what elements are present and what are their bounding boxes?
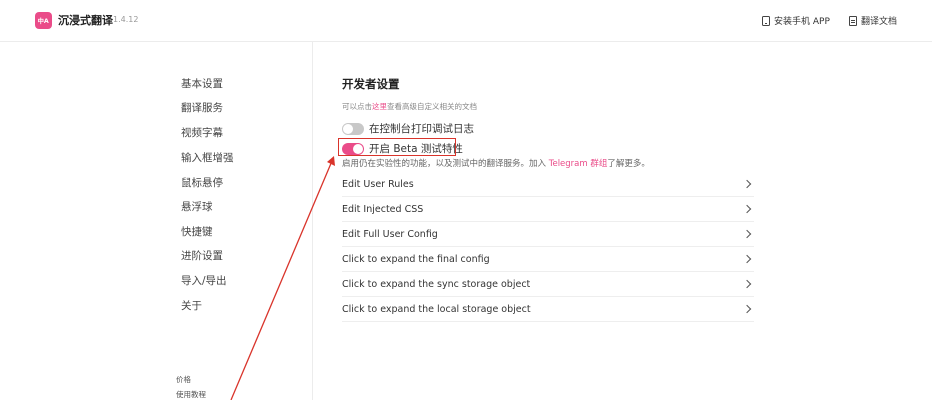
row-label: Edit Full User Config [342,228,438,240]
settings-page: 中A 沉浸式翻译 1.4.12 安装手机 APP 翻译文档 基本设置 翻译服务 … [0,0,932,400]
sidebar-item-import-export[interactable]: 导入/导出 [181,273,227,288]
sidebar-item-video-subtitles[interactable]: 视频字幕 [181,125,223,140]
chevron-right-icon [742,279,752,289]
sidebar-item-input-enhance[interactable]: 输入框增强 [181,150,234,165]
debug-log-toggle[interactable] [342,122,364,135]
install-app-label: 安装手机 APP [774,17,830,27]
docs-link[interactable]: 翻译文档 [849,14,897,27]
app-name: 沉浸式翻译 [58,14,113,27]
top-header: 中A 沉浸式翻译 1.4.12 安装手机 APP 翻译文档 [0,0,932,42]
phone-icon [762,15,770,26]
sidebar-item-advanced[interactable]: 进阶设置 [181,248,223,263]
sidebar-item-basic[interactable]: 基本设置 [181,76,223,91]
docs-here-link[interactable]: 这里 [372,102,387,111]
row-label: Click to expand the final config [342,253,490,265]
document-icon [849,15,857,26]
app-logo[interactable]: 中A [35,12,52,29]
row-label: Click to expand the local storage object [342,303,531,315]
chevron-right-icon [742,179,752,189]
docs-label: 翻译文档 [861,17,898,27]
page-title: 开发者设置 [342,77,400,91]
chevron-right-icon [742,254,752,264]
edit-injected-css-row[interactable]: Edit Injected CSS [342,197,754,222]
sidebar-item-mouse-hover[interactable]: 鼠标悬停 [181,175,223,190]
chevron-right-icon [742,229,752,239]
sidebar-item-about[interactable]: 关于 [181,298,202,313]
chevron-right-icon [742,304,752,314]
sidebar-item-floating-ball[interactable]: 悬浮球 [181,199,213,214]
row-label: Edit User Rules [342,178,414,190]
annotation-highlight-box [338,138,456,156]
debug-log-label: 在控制台打印调试日志 [369,123,474,135]
expand-final-config-row[interactable]: Click to expand the final config [342,247,754,272]
tutorial-link[interactable]: 使用教程 [176,389,206,400]
sidebar-item-shortcuts[interactable]: 快捷键 [181,224,213,239]
expand-sync-storage-row[interactable]: Click to expand the sync storage object [342,272,754,297]
debug-log-setting: 在控制台打印调试日志 [342,121,474,136]
pricing-link[interactable]: 价格 [176,374,191,385]
sidebar [0,42,313,400]
expand-local-storage-row[interactable]: Click to expand the local storage object [342,297,754,322]
section-description: 可以点击这里查看高级自定义相关的文档 [342,102,477,111]
edit-full-user-config-row[interactable]: Edit Full User Config [342,222,754,247]
edit-user-rules-row[interactable]: Edit User Rules [342,172,754,197]
app-version: 1.4.12 [113,15,139,24]
beta-description: 启用仍在实验性的功能，以及测试中的翻译服务。加入 Telegram 群组了解更多… [342,159,650,169]
sidebar-item-translation-service[interactable]: 翻译服务 [181,100,223,115]
row-label: Click to expand the sync storage object [342,278,531,290]
chevron-right-icon [742,204,752,214]
row-label: Edit Injected CSS [342,203,424,215]
telegram-group-link[interactable]: Telegram 群组 [549,159,608,169]
install-app-link[interactable]: 安装手机 APP [762,14,830,27]
